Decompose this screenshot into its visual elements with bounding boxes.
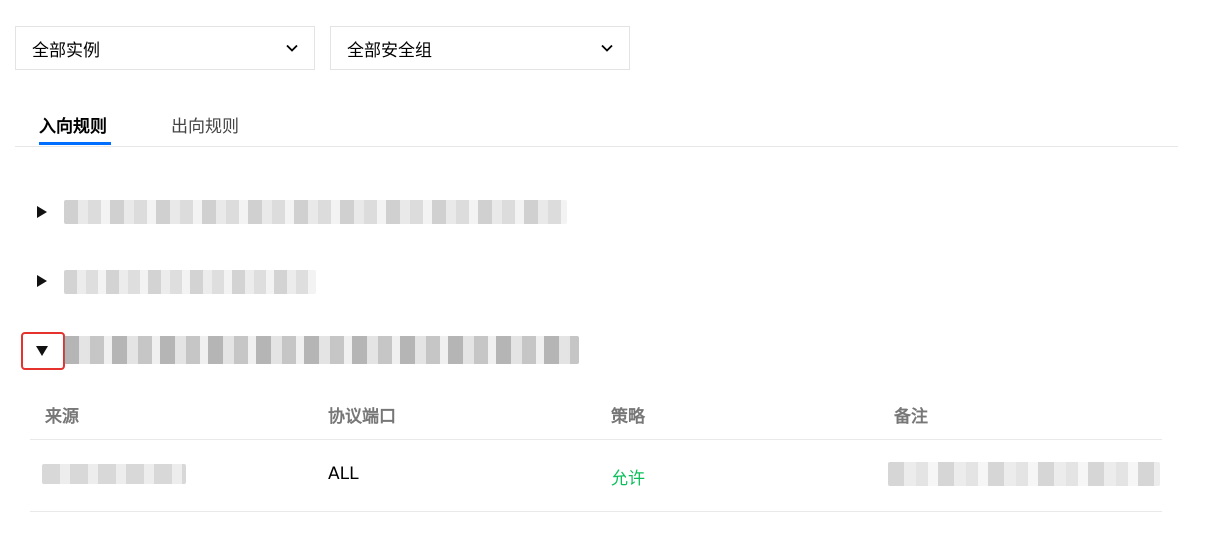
group-title-redacted [64, 336, 579, 364]
security-group-select[interactable]: 全部安全组 [330, 26, 630, 70]
tab-outbound-rules[interactable]: 出向规则 [171, 112, 239, 137]
column-header-remark: 备注 [894, 407, 928, 427]
remark-cell-redacted [888, 462, 1160, 486]
policy-cell: 允许 [611, 469, 645, 489]
collapse-toggle-icon[interactable] [36, 346, 48, 356]
chevron-down-icon [286, 44, 298, 52]
protocol-port-cell: ALL [328, 464, 359, 484]
group-title-redacted [64, 200, 567, 224]
column-header-policy: 策略 [611, 407, 645, 427]
chevron-down-icon [601, 44, 613, 52]
source-cell-redacted [42, 464, 186, 484]
security-group-select-value: 全部安全组 [347, 40, 432, 61]
group-title-redacted [64, 270, 316, 294]
tab-inbound-rules[interactable]: 入向规则 [39, 112, 107, 137]
expand-toggle-icon[interactable] [37, 206, 47, 218]
instance-select[interactable]: 全部实例 [15, 26, 315, 70]
column-header-protocol-port: 协议端口 [328, 407, 396, 427]
rule-tabs: 入向规则 出向规则 [15, 100, 1178, 147]
column-header-source: 来源 [45, 407, 79, 427]
expand-toggle-icon[interactable] [37, 275, 47, 287]
active-tab-indicator [39, 142, 111, 145]
table-header: 来源 协议端口 策略 备注 [30, 388, 1162, 440]
rules-table: 来源 协议端口 策略 备注 ALL 允许 [30, 388, 1162, 512]
instance-select-value: 全部实例 [32, 40, 100, 61]
